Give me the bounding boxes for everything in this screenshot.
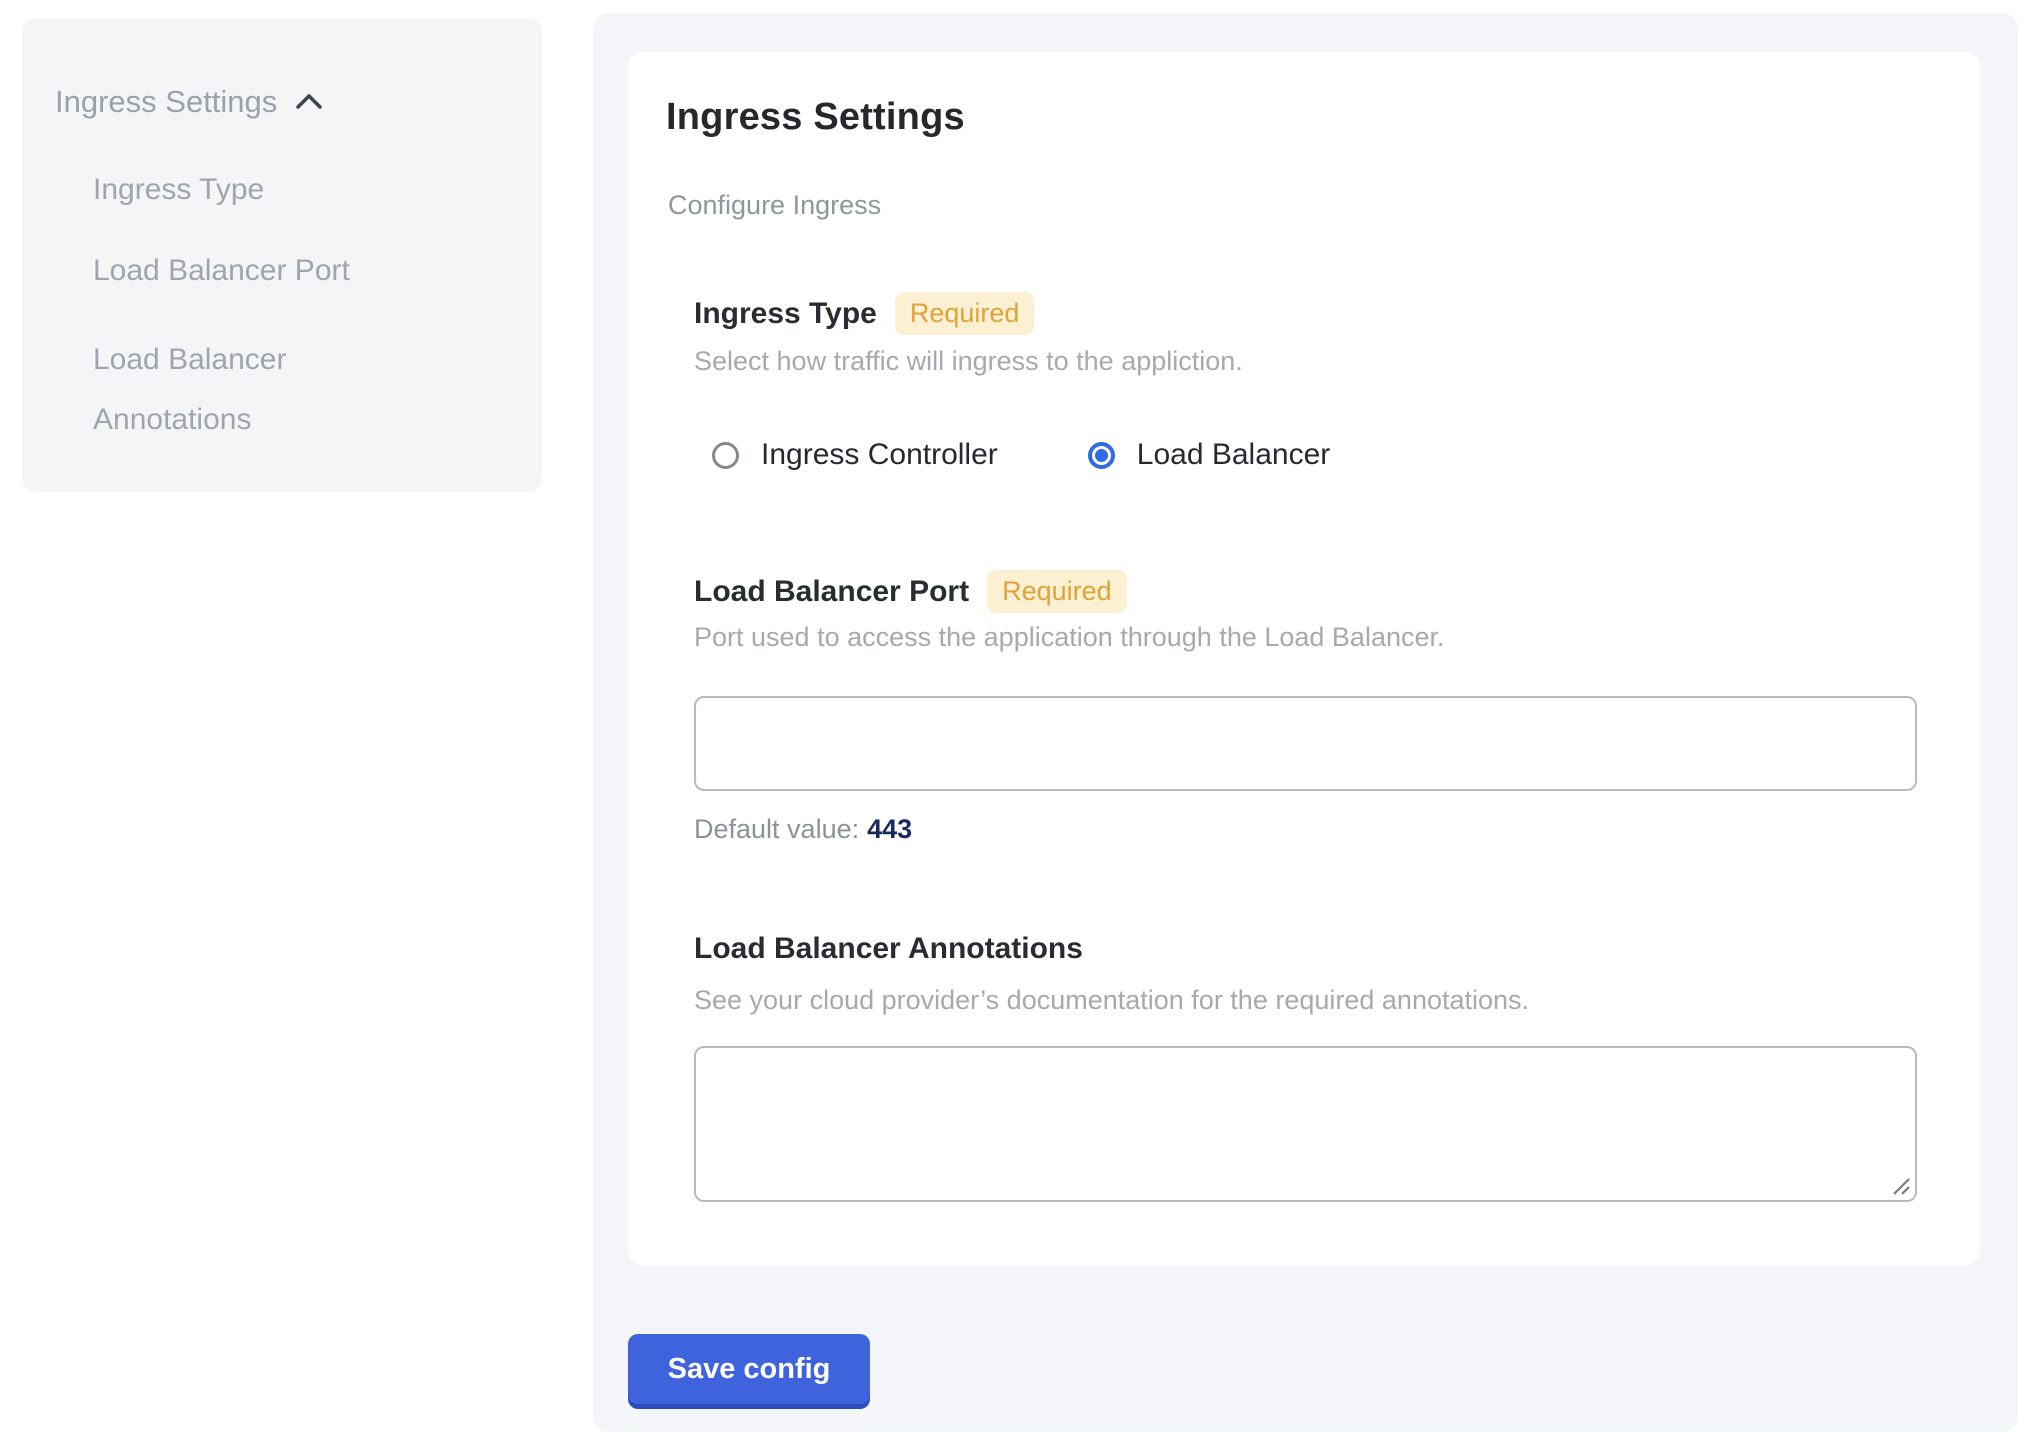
lb-annotations-label: Load Balancer Annotations — [694, 932, 1083, 966]
page-subtitle: Configure Ingress — [668, 190, 881, 221]
ingress-type-options: Ingress Controller Load Balancer — [712, 438, 1330, 472]
lb-port-label: Load Balancer Port — [694, 575, 969, 609]
settings-panel: Ingress Settings Configure Ingress Ingre… — [593, 13, 2018, 1432]
radio-label: Ingress Controller — [761, 438, 998, 472]
chevron-up-icon — [293, 91, 325, 113]
ingress-type-header: Ingress Type Required — [694, 292, 1034, 335]
lb-port-description: Port used to access the application thro… — [694, 622, 1445, 653]
lb-port-default: Default value: 443 — [694, 814, 912, 845]
lb-annotations-header: Load Balancer Annotations — [694, 932, 1083, 966]
page-title: Ingress Settings — [666, 96, 965, 139]
default-value-label: Default value: — [694, 814, 859, 844]
lb-annotations-textarea[interactable] — [694, 1046, 1917, 1202]
radio-unchecked-icon[interactable] — [712, 442, 739, 469]
ingress-type-description: Select how traffic will ingress to the a… — [694, 346, 1243, 377]
lb-annotations-field — [694, 1046, 1917, 1202]
sidebar-item-ingress-type[interactable]: Ingress Type — [93, 170, 264, 210]
radio-option-load-balancer[interactable]: Load Balancer — [1088, 438, 1330, 472]
default-value: 443 — [867, 814, 912, 844]
lb-port-header: Load Balancer Port Required — [694, 570, 1127, 613]
lb-annotations-description: See your cloud provider’s documentation … — [694, 985, 1529, 1016]
save-config-button[interactable]: Save config — [628, 1334, 870, 1404]
radio-option-ingress-controller[interactable]: Ingress Controller — [712, 438, 998, 472]
ingress-settings-card: Ingress Settings Configure Ingress Ingre… — [628, 52, 1980, 1265]
sidebar-item-load-balancer-annotations[interactable]: Load Balancer Annotations — [93, 330, 363, 450]
sidebar-item-load-balancer-port[interactable]: Load Balancer Port — [93, 251, 350, 291]
lb-port-input[interactable] — [694, 696, 1917, 791]
radio-checked-icon[interactable] — [1088, 442, 1115, 469]
settings-sidebar: Ingress Settings Ingress Type Load Balan… — [22, 18, 542, 492]
sidebar-section-label: Ingress Settings — [55, 84, 277, 120]
sidebar-section-ingress-settings[interactable]: Ingress Settings — [55, 84, 325, 120]
ingress-type-label: Ingress Type — [694, 297, 877, 331]
radio-label: Load Balancer — [1137, 438, 1330, 472]
required-badge: Required — [895, 292, 1035, 335]
required-badge: Required — [987, 570, 1127, 613]
